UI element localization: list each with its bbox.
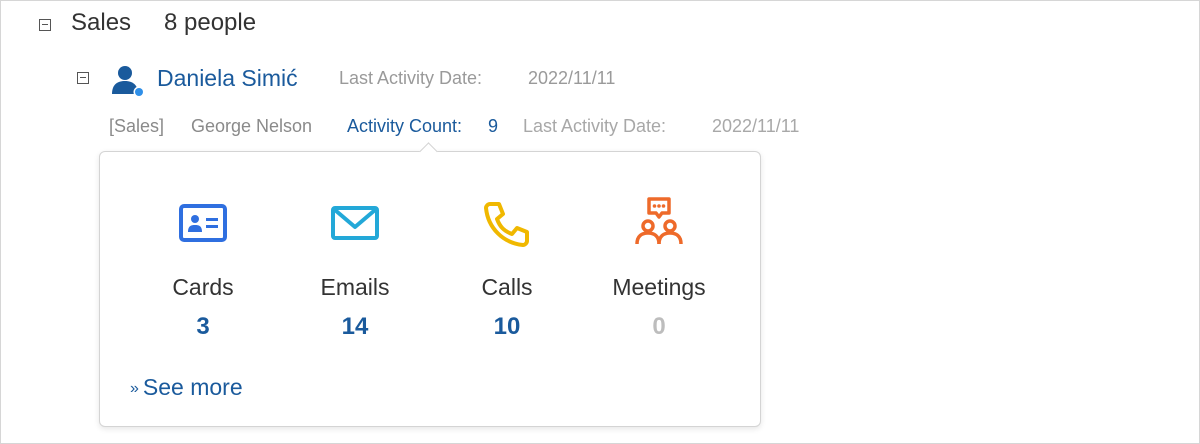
double-chevron-right-icon: » (130, 380, 139, 397)
collapse-group-toggle[interactable] (39, 19, 51, 31)
last-activity-label: Last Activity Date: (339, 68, 483, 88)
stat-emails[interactable]: Emails 14 (280, 152, 430, 352)
group-member-count: 8 people (164, 9, 257, 36)
stat-value: 14 (341, 313, 369, 340)
user-icon (109, 63, 145, 99)
department-tag: [Sales] (109, 116, 165, 136)
stat-label: Cards (172, 274, 234, 300)
member-last-activity-date: 2022/11/11 (712, 116, 800, 136)
see-more-label: See more (142, 374, 243, 400)
stat-label: Meetings (612, 274, 706, 300)
phone-icon (480, 196, 534, 250)
activity-count-popover: Cards 3 Emails 14 Calls 10 Meetings 0 » … (99, 142, 761, 427)
meeting-icon (632, 196, 686, 250)
person-name-link[interactable]: Daniela Simić (157, 65, 298, 92)
mail-icon (328, 196, 382, 250)
activity-tree-panel: Sales 8 people Daniela Simić Last Activi… (0, 0, 1200, 444)
stat-value: 10 (493, 313, 521, 340)
last-activity-date: 2022/11/11 (528, 68, 616, 88)
stat-label: Calls (481, 274, 533, 300)
collapse-person-toggle[interactable] (77, 72, 89, 84)
member-name: George Nelson (191, 116, 313, 136)
stat-label: Emails (320, 274, 390, 300)
see-more-link[interactable]: » See more (130, 374, 243, 401)
stat-cards[interactable]: Cards 3 (128, 152, 278, 352)
stat-meetings[interactable]: Meetings 0 (584, 152, 734, 352)
stat-value: 3 (196, 313, 210, 340)
stat-value: 0 (652, 313, 666, 340)
activity-count-label[interactable]: Activity Count: (347, 116, 462, 137)
business-card-icon (176, 196, 230, 250)
member-last-activity-label: Last Activity Date: (523, 116, 667, 136)
group-name: Sales (71, 9, 132, 36)
activity-count-value[interactable]: 9 (488, 116, 498, 137)
stat-calls[interactable]: Calls 10 (432, 152, 582, 352)
